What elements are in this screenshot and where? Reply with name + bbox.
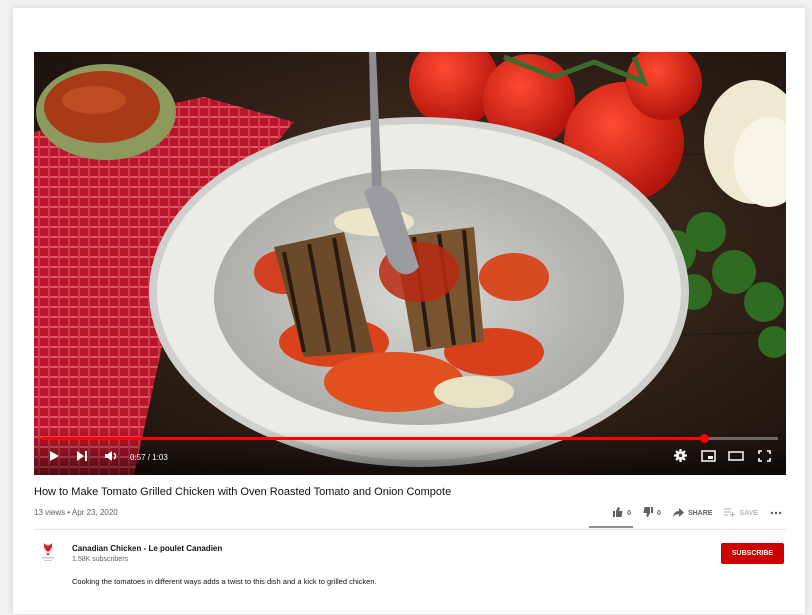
progress-played <box>42 437 705 440</box>
divider <box>34 529 786 530</box>
play-icon[interactable] <box>48 449 60 467</box>
dislike-count: 0 <box>657 509 661 517</box>
more-actions-button[interactable] <box>770 510 782 517</box>
like-button[interactable]: 0 <box>613 507 631 519</box>
video-actions: 0 0 SHARE SAVE <box>613 506 782 520</box>
time-display: 0:57 / 1:03 <box>130 453 168 462</box>
video-title: How to Make Tomato Grilled Chicken with … <box>34 486 452 498</box>
video-meta: 13 views • Apr 23, 2020 <box>34 508 118 517</box>
share-button[interactable]: SHARE <box>672 507 713 519</box>
share-icon <box>672 507 684 519</box>
video-frame <box>34 52 786 475</box>
channel-name[interactable]: Canadian Chicken - Le poulet Canadien <box>72 544 222 553</box>
progress-scrubber[interactable] <box>700 434 710 443</box>
dislike-button[interactable]: 0 <box>643 507 661 519</box>
volume-icon[interactable] <box>104 449 118 467</box>
video-player[interactable]: 0:57 / 1:03 <box>34 52 786 475</box>
channel-avatar[interactable] <box>36 540 60 564</box>
sentiment-bar <box>589 526 633 528</box>
next-icon[interactable] <box>76 449 88 467</box>
thumbs-up-icon <box>613 507 623 519</box>
player-controls: 0:57 / 1:03 <box>34 431 786 475</box>
thumbs-down-icon <box>643 507 654 519</box>
progress-bar[interactable] <box>42 434 778 443</box>
share-label: SHARE <box>687 509 713 517</box>
subscribe-button[interactable]: SUBSCRIBE <box>721 543 784 564</box>
subscriber-count: 1.58K subscribers <box>72 556 129 563</box>
theater-icon[interactable] <box>728 449 744 467</box>
video-description: Cooking the tomatoes in different ways a… <box>72 577 377 586</box>
save-button[interactable]: SAVE <box>724 507 758 519</box>
fullscreen-icon[interactable] <box>758 449 771 467</box>
more-horizontal-icon <box>770 510 782 517</box>
playlist-add-icon <box>724 507 736 519</box>
save-label: SAVE <box>739 509 758 517</box>
miniplayer-icon[interactable] <box>701 449 716 467</box>
gear-icon[interactable] <box>674 449 687 467</box>
like-count: 0 <box>627 509 632 517</box>
